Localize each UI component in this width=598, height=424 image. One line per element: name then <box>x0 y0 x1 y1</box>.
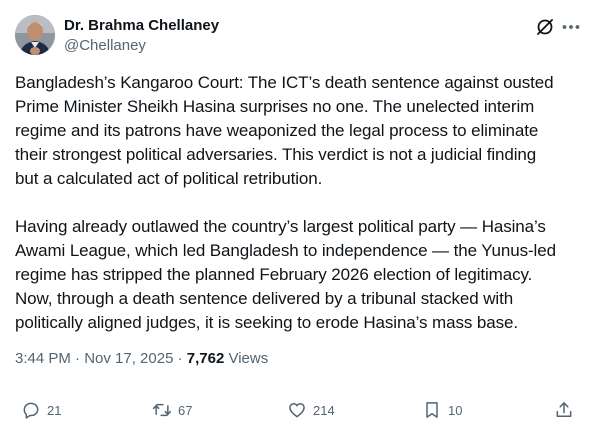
repost-icon <box>152 403 172 417</box>
profile-photo-icon <box>15 15 55 55</box>
post-meta: 3:44 PM · Nov 17, 2025 · 7,762 Views <box>15 349 268 369</box>
author-handle[interactable]: @Chellaney <box>64 36 146 56</box>
reply-count: 21 <box>47 402 62 418</box>
repost-count: 67 <box>178 402 193 418</box>
action-bar: 21 67 214 10 <box>0 396 598 424</box>
views-count: 7,762 <box>186 350 225 367</box>
post-timestamp[interactable]: 3:44 PM · Nov 17, 2025 <box>15 350 173 367</box>
bookmark-count: 10 <box>448 402 463 418</box>
meta-separator: · <box>173 350 187 367</box>
grok-glyph-icon <box>537 19 553 35</box>
reply-icon <box>23 402 39 419</box>
share-icon <box>556 402 572 417</box>
tweet: Dr. Brahma Chellaney @Chellaney Banglade… <box>0 0 598 424</box>
more-options-icon[interactable] <box>560 16 582 38</box>
author-name[interactable]: Dr. Brahma Chellaney <box>64 16 219 36</box>
views-label: Views <box>224 350 269 367</box>
grok-icon[interactable] <box>534 16 556 38</box>
like-count: 214 <box>313 402 335 418</box>
heart-icon <box>289 403 305 418</box>
ellipsis-icon <box>562 25 580 29</box>
repost-button[interactable]: 67 <box>152 396 192 424</box>
bookmark-icon <box>426 402 438 418</box>
reply-button[interactable]: 21 <box>21 396 61 424</box>
post-text: Bangladesh’s Kangaroo Court: The ICT’s d… <box>15 73 556 332</box>
bookmark-button[interactable]: 10 <box>422 396 462 424</box>
share-button[interactable] <box>554 396 574 424</box>
like-button[interactable]: 214 <box>287 396 335 424</box>
avatar[interactable] <box>15 15 55 55</box>
